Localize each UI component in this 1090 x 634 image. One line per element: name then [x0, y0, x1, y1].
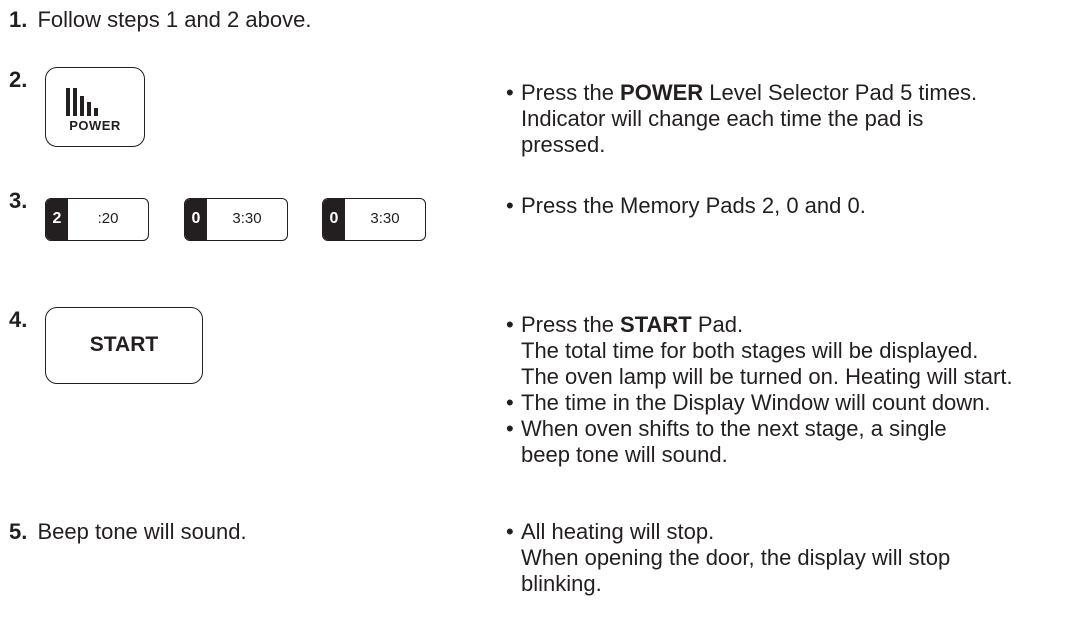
- step-number: 4.: [9, 307, 28, 332]
- power-level-bars-icon: [66, 88, 98, 116]
- step-number: 3.: [9, 188, 28, 213]
- power-button-label: POWER: [69, 118, 121, 133]
- bullet: •: [506, 416, 514, 441]
- bullet: •: [506, 519, 514, 544]
- memory-pad-digit: 0: [185, 199, 207, 240]
- memory-pad-display: 0 3:30: [184, 198, 288, 241]
- memory-pad-display: 2 :20: [45, 198, 149, 241]
- step-1: 1. Follow steps 1 and 2 above.: [9, 7, 311, 33]
- step-number: 2.: [9, 67, 28, 92]
- memory-pad-display: 0 3:30: [322, 198, 426, 241]
- step-number: 1.: [9, 7, 28, 32]
- bullet: •: [506, 390, 514, 415]
- bullet-continuation: pressed.: [521, 132, 606, 157]
- step-text: Follow steps 1 and 2 above.: [37, 7, 312, 32]
- bullet-text: Press the START Pad.: [521, 312, 744, 337]
- memory-pad-digit: 0: [323, 199, 345, 240]
- bullet-continuation: blinking.: [521, 571, 602, 596]
- step-text: Beep tone will sound.: [37, 519, 247, 544]
- bullet: •: [506, 80, 514, 105]
- bullet-text: All heating will stop.: [521, 519, 715, 544]
- memory-pad-time: :20: [97, 210, 119, 227]
- bullet: •: [506, 312, 514, 337]
- bullet-continuation: The total time for both stages will be d…: [521, 338, 979, 363]
- bullet-continuation: beep tone will sound.: [521, 442, 728, 467]
- step-number: 5.: [9, 519, 28, 544]
- bullet-continuation: The oven lamp will be turned on. Heating…: [521, 364, 1013, 389]
- bullet-text: The time in the Display Window will coun…: [521, 390, 991, 415]
- step-5: 5. Beep tone will sound.: [9, 519, 247, 545]
- bullet: •: [506, 193, 514, 218]
- bullet-text: When oven shifts to the next stage, a si…: [521, 416, 947, 441]
- memory-pad-time: 3:30: [370, 210, 400, 227]
- start-button[interactable]: START: [45, 307, 203, 384]
- power-button[interactable]: POWER: [45, 67, 145, 147]
- bullet-text: Press the POWER Level Selector Pad 5 tim…: [521, 80, 978, 105]
- memory-pad-time: 3:30: [232, 210, 262, 227]
- bullet-continuation: When opening the door, the display will …: [521, 545, 951, 570]
- memory-pad-digit: 2: [46, 199, 68, 240]
- bullet-text: Press the Memory Pads 2, 0 and 0.: [521, 193, 866, 218]
- bullet-continuation: Indicator will change each time the pad …: [521, 106, 924, 131]
